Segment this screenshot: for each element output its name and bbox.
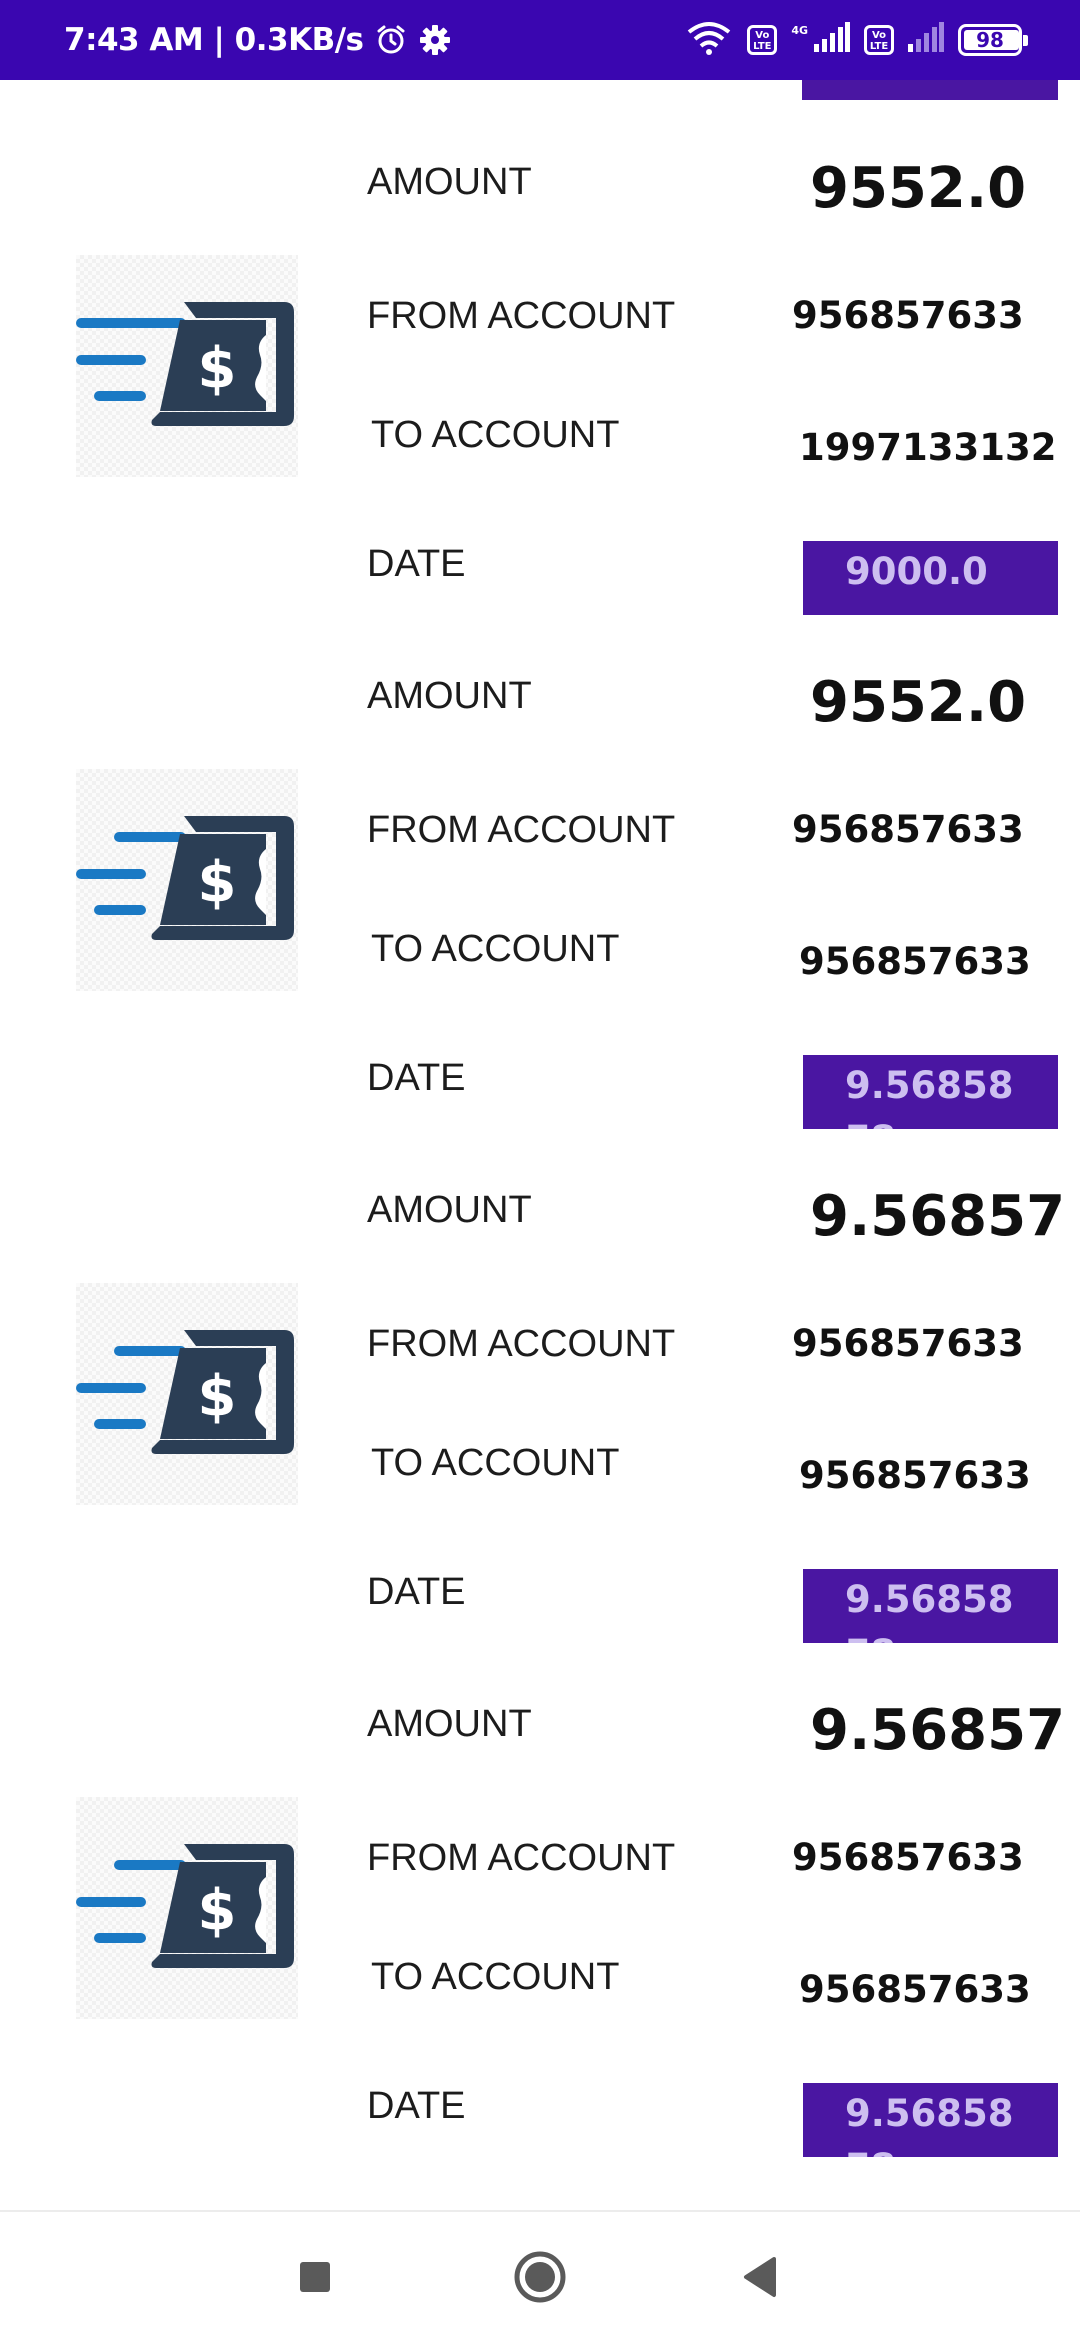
amount-label: AMOUNT xyxy=(367,1703,532,1745)
status-speed: 0.3KB/s xyxy=(234,22,364,58)
battery-level: 98 xyxy=(976,28,1004,52)
volte-badge-1: Vo LTE xyxy=(747,25,778,55)
back-button[interactable] xyxy=(700,2212,820,2340)
from-account-value: 956857633 xyxy=(792,294,1024,337)
navigation-bar xyxy=(0,2210,1080,2340)
to-account-value: 956857633 xyxy=(799,1454,1031,1497)
amount-value: 9552.0 xyxy=(810,670,1027,735)
amount-value: 9.56857 xyxy=(810,1698,1066,1763)
home-button[interactable] xyxy=(480,2212,600,2340)
to-account-label: TO ACCOUNT xyxy=(371,1956,620,1998)
date-value: 9000.0 xyxy=(845,550,988,593)
status-bar: 7:43 AM | 0.3KB/s Vo LTE 4G Vo LTE 98 xyxy=(0,0,1080,80)
money-transfer-icon: $ xyxy=(76,1797,298,2019)
amount-value: 9552.0 xyxy=(810,156,1027,221)
from-account-value: 956857633 xyxy=(792,808,1024,851)
svg-text:$: $ xyxy=(198,336,237,401)
amount-label: AMOUNT xyxy=(367,161,532,203)
from-account-label: FROM ACCOUNT xyxy=(367,295,676,337)
volte-badge-2: Vo LTE xyxy=(864,25,894,55)
amount-value: 9.56857 xyxy=(810,1184,1066,1249)
transaction-list[interactable]: $ AMOUNT 9552.0 FROM ACCOUNT 956857633 T… xyxy=(0,80,1080,2210)
date-value: 9.56858E8 xyxy=(845,2092,1014,2157)
date-label: DATE xyxy=(367,1571,466,1613)
to-account-label: TO ACCOUNT xyxy=(371,1442,620,1484)
battery-icon: 98 xyxy=(958,24,1028,56)
date-badge: 9.56858E8 xyxy=(803,2083,1058,2157)
to-account-value: 1997133132 xyxy=(799,426,1057,469)
svg-text:$: $ xyxy=(198,850,237,915)
from-account-label: FROM ACCOUNT xyxy=(367,809,676,851)
transaction-item[interactable]: $ AMOUNT 9552.0 FROM ACCOUNT 956857633 T… xyxy=(0,594,1080,1129)
back-triangle-icon xyxy=(744,2257,776,2297)
status-left: 7:43 AM | 0.3KB/s xyxy=(64,0,452,80)
to-account-label: TO ACCOUNT xyxy=(371,928,620,970)
alarm-icon xyxy=(374,23,408,57)
circle-icon xyxy=(514,2251,566,2303)
transaction-item[interactable]: $ AMOUNT 9.56857 FROM ACCOUNT 956857633 … xyxy=(0,1622,1080,2157)
recent-apps-button[interactable] xyxy=(255,2212,375,2340)
signal-icon-2 xyxy=(908,21,944,59)
from-account-label: FROM ACCOUNT xyxy=(367,1323,676,1365)
money-transfer-icon: $ xyxy=(76,769,298,991)
transaction-item[interactable]: $ AMOUNT 9.56857 FROM ACCOUNT 956857633 … xyxy=(0,1108,1080,1643)
signal-icon xyxy=(814,21,850,59)
from-account-label: FROM ACCOUNT xyxy=(367,1837,676,1879)
from-account-value: 956857633 xyxy=(792,1836,1024,1879)
status-separator: | xyxy=(203,22,235,58)
amount-label: AMOUNT xyxy=(367,1189,532,1231)
to-account-label: TO ACCOUNT xyxy=(371,414,620,456)
square-icon xyxy=(300,2262,330,2292)
to-account-value: 956857633 xyxy=(799,1968,1031,2011)
svg-text:$: $ xyxy=(198,1878,237,1943)
svg-text:$: $ xyxy=(198,1364,237,1429)
amount-label: AMOUNT xyxy=(367,675,532,717)
wifi-icon xyxy=(685,20,733,61)
from-account-value: 956857633 xyxy=(792,1322,1024,1365)
date-label: DATE xyxy=(367,2085,466,2127)
transaction-item[interactable]: $ AMOUNT 9552.0 FROM ACCOUNT 956857633 T… xyxy=(0,80,1080,615)
settings-icon xyxy=(418,23,452,57)
date-label: DATE xyxy=(367,543,466,585)
money-transfer-icon: $ xyxy=(76,255,298,477)
status-time: 7:43 AM xyxy=(64,22,204,58)
date-label: DATE xyxy=(367,1057,466,1099)
status-right: Vo LTE 4G Vo LTE 98 xyxy=(685,0,1028,80)
to-account-value: 956857633 xyxy=(799,940,1031,983)
network-type: 4G xyxy=(791,23,808,37)
money-transfer-icon: $ xyxy=(76,1283,298,1505)
